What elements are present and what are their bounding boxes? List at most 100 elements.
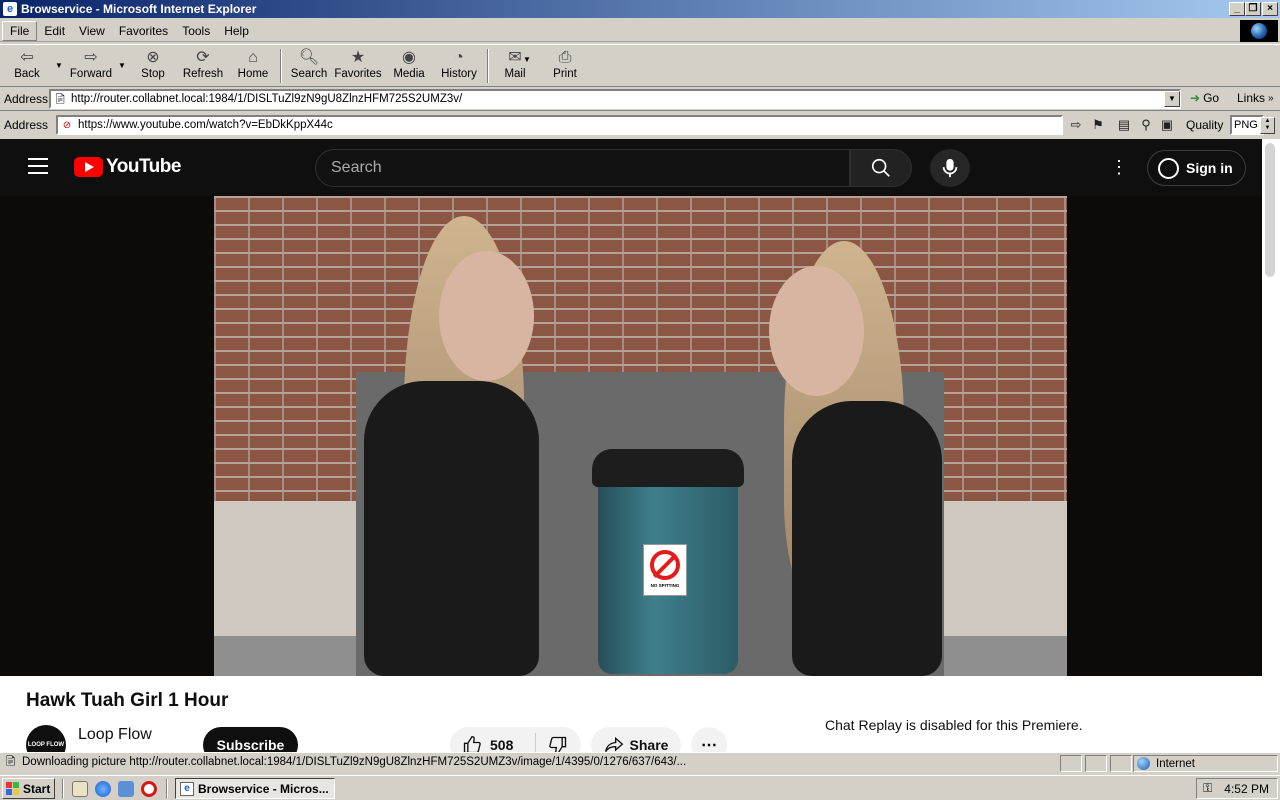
menu-file[interactable]: File <box>2 20 38 41</box>
favorites-button[interactable]: ★ Favorites <box>334 48 381 86</box>
clock[interactable]: 4:52 PM <box>1224 782 1269 796</box>
right-person-body <box>792 401 942 676</box>
menu-hamburger-icon[interactable] <box>28 158 48 174</box>
globe-icon <box>1251 23 1267 39</box>
share-arrow-icon <box>604 736 623 752</box>
video-info: Hawk Tuah Girl 1 Hour LOOP FLOW Loop Flo… <box>0 676 1262 752</box>
print-button[interactable]: ⎙ Print <box>550 48 580 86</box>
youtube-play-icon <box>74 157 103 177</box>
browservice-url: https://www.youtube.com/watch?v=EbDkKppX… <box>78 119 333 131</box>
status-cell <box>1060 755 1082 772</box>
back-dropdown-icon[interactable]: ▼ <box>55 61 63 70</box>
clipboard-icon[interactable]: ▤ <box>1114 115 1134 135</box>
taskbar-separator <box>62 779 64 798</box>
no-spitting-sign: NO SPITTING <box>643 544 687 596</box>
share-button[interactable]: Share <box>591 727 681 752</box>
menu-edit[interactable]: Edit <box>37 22 72 40</box>
web-viewport: YouTube Search ⋮ Sign in NO SPITTING Haw… <box>0 139 1262 752</box>
search-button[interactable] <box>850 149 912 187</box>
go-arrow-icon: ➜ <box>1190 91 1201 105</box>
dislike-button[interactable] <box>536 735 580 752</box>
video-frame[interactable]: NO SPITTING <box>214 196 1067 676</box>
subscribe-button[interactable]: Subscribe <box>203 727 298 752</box>
page-scrollbar[interactable] <box>1262 139 1280 752</box>
history-button[interactable]: ◔ History <box>440 48 478 86</box>
stop-icon: ⊗ <box>146 49 160 66</box>
menu-help[interactable]: Help <box>217 22 256 40</box>
quality-spinner[interactable]: ▲ ▼ <box>1260 117 1275 134</box>
window-title: Browservice - Microsoft Internet Explore… <box>21 2 257 16</box>
bookmark-icon[interactable]: ⚑ <box>1088 115 1108 135</box>
voice-search-button[interactable] <box>930 149 970 187</box>
forward-arrow-icon: ⇨ <box>84 49 98 66</box>
ie-logo-icon: e <box>3 2 17 16</box>
home-button[interactable]: ⌂ Home <box>236 48 270 86</box>
network-tray-icon[interactable]: ⚿ <box>1203 781 1212 796</box>
left-person-body <box>364 381 539 676</box>
search-icon <box>871 158 890 177</box>
youtube-logo[interactable]: YouTube <box>74 156 181 178</box>
address-dropdown-icon[interactable]: ▼ <box>1164 91 1180 107</box>
opera-icon[interactable] <box>141 781 157 797</box>
quality-select[interactable]: PNG <box>1230 115 1264 135</box>
channel-name[interactable]: Loop Flow <box>78 726 152 744</box>
internet-explorer-icon[interactable] <box>95 781 111 797</box>
refresh-icon: ⟳ <box>196 49 210 66</box>
stop-button[interactable]: ⊗ Stop <box>138 48 168 86</box>
address-input[interactable]: 📄︎ http://router.collabnet.local:1984/1/… <box>49 89 1181 109</box>
taskbar-separator <box>166 779 168 798</box>
mail-button[interactable]: ✉ Mail <box>500 48 530 86</box>
no-spitting-icon <box>650 550 680 580</box>
settings-more-icon[interactable]: ⋮ <box>1110 157 1128 179</box>
refresh-button[interactable]: ⟳ Refresh <box>182 48 224 86</box>
more-actions-button[interactable]: ⋯ <box>691 727 727 752</box>
media-button[interactable]: ◉ Media <box>391 48 427 86</box>
video-player[interactable]: NO SPITTING <box>0 196 1262 676</box>
menu-tools[interactable]: Tools <box>175 22 217 40</box>
address-label: Address <box>4 91 49 106</box>
quality-label: Quality <box>1186 118 1224 132</box>
trash-bin-liner <box>592 449 744 487</box>
address-bar: Address 📄︎ http://router.collabnet.local… <box>0 87 1280 111</box>
minimize-button[interactable]: _ <box>1229 2 1245 16</box>
links-button[interactable]: Links» <box>1237 91 1274 105</box>
close-button[interactable]: × <box>1262 2 1278 16</box>
show-desktop-icon[interactable] <box>72 781 88 797</box>
left-person-face <box>439 251 534 381</box>
restore-button[interactable]: ❐ <box>1245 2 1261 16</box>
standard-toolbar: ⇦ Back ▼ ⇨ Forward ▼ ⊗ Stop ⟳ Refresh ⌂ Home … <box>0 44 1280 87</box>
forward-dropdown-icon[interactable]: ▼ <box>118 61 126 70</box>
security-zone: Internet <box>1133 755 1278 772</box>
start-button[interactable]: Start <box>2 778 55 799</box>
navigate-go-icon[interactable]: ⇨ <box>1066 115 1086 135</box>
menu-favorites[interactable]: Favorites <box>112 22 175 40</box>
paste-icon[interactable]: ▣ <box>1157 115 1177 135</box>
go-button[interactable]: ➜ Go <box>1190 91 1219 105</box>
forward-button[interactable]: ⇨ Forward <box>68 48 114 86</box>
sign-in-button[interactable]: Sign in <box>1147 150 1246 186</box>
task-browservice[interactable]: e Browservice - Micros... <box>175 778 335 799</box>
scrollbar-thumb[interactable] <box>1265 143 1275 277</box>
menu-view[interactable]: View <box>72 22 112 40</box>
toolbar-separator <box>487 49 489 83</box>
ie-throbber <box>1240 20 1278 42</box>
status-cell <box>1085 755 1107 772</box>
thumbs-up-icon <box>463 735 481 752</box>
address-url: http://router.collabnet.local:1984/1/DIS… <box>71 93 463 105</box>
like-button[interactable]: 508 <box>450 733 536 752</box>
outlook-express-icon[interactable] <box>118 781 134 797</box>
chevron-right-icon: » <box>1268 92 1274 104</box>
browservice-url-input[interactable]: ⊘ https://www.youtube.com/watch?v=EbDkKp… <box>56 115 1063 135</box>
browservice-bar: Address ⊘ https://www.youtube.com/watch?… <box>0 113 1280 137</box>
history-icon: ◔ <box>454 49 464 66</box>
title-bar: e Browservice - Microsoft Internet Explo… <box>0 0 1280 18</box>
search-input[interactable]: Search <box>315 149 850 187</box>
like-dislike-group: 508 <box>450 727 581 752</box>
mail-dropdown-icon[interactable]: ▼ <box>523 55 531 64</box>
back-button[interactable]: ⇦ Back <box>10 48 44 86</box>
find-binoculars-icon[interactable]: ⚲ <box>1136 115 1156 135</box>
browservice-address-label: Address <box>4 118 49 132</box>
channel-avatar[interactable]: LOOP FLOW <box>26 725 66 752</box>
search-globe-icon: 🔍︎ <box>298 49 320 66</box>
search-button[interactable]: 🔍︎ Search <box>289 48 329 86</box>
